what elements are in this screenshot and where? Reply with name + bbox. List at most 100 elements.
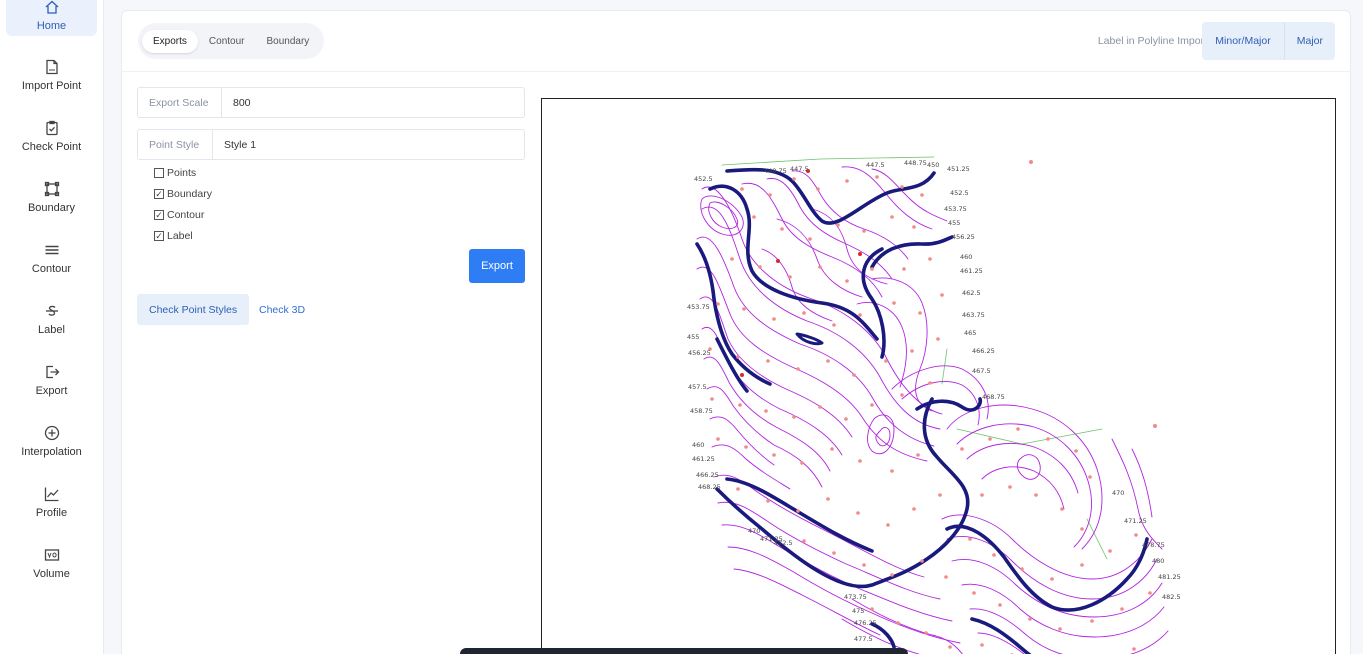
sidebar-item-home[interactable]: Home [6, 0, 97, 36]
contour-label: 453.75 [687, 303, 710, 311]
strikethrough-s-icon [44, 303, 60, 319]
contour-label: 450 [927, 161, 939, 169]
contour-label: 472.5 [774, 539, 793, 547]
contour-label: 447.5 [866, 161, 885, 169]
contour-lines-icon [44, 242, 60, 258]
label-import-text: Label in Polyline Import [1097, 35, 1207, 47]
contour-label: 478.75 [1142, 541, 1165, 549]
checkbox-label: Contour [167, 209, 205, 221]
sidebar-item-label: Check Point [21, 141, 82, 153]
sidebar-item-check-point[interactable]: Check Point [6, 107, 97, 157]
contour-map-canvas[interactable]: 452.5 448.75 447.5 447.5 448.75 450 451.… [541, 98, 1336, 654]
checkbox-contour[interactable]: ✓ Contour [154, 209, 204, 221]
contour-label: 470 [1112, 489, 1124, 497]
contour-label: 477.5 [854, 635, 873, 643]
contour-label: 455 [687, 333, 699, 341]
tab-group: Exports Contour Boundary [138, 23, 325, 59]
contour-label: 455 [948, 219, 960, 227]
checkbox-boundary[interactable]: ✓ Boundary [154, 188, 212, 200]
boundary-square-icon [44, 181, 60, 197]
main-panel: Exports Contour Boundary Label in Polyli… [121, 10, 1351, 654]
contour-label: 460 [960, 253, 972, 261]
contour-label: 471.25 [1124, 517, 1147, 525]
contour-label: 481.25 [1158, 573, 1181, 581]
checkbox-label[interactable]: ✓ Label [154, 230, 193, 242]
export-button[interactable]: Export [469, 249, 525, 283]
contour-label: 452.5 [694, 175, 713, 183]
contour-label: 480 [1152, 557, 1164, 565]
checkbox-points[interactable]: Points [154, 167, 196, 179]
export-scale-input[interactable] [222, 88, 524, 117]
contour-label: 470 [748, 527, 760, 535]
checkbox-box-checked[interactable]: ✓ [154, 189, 164, 199]
major-button[interactable]: Major [1283, 22, 1335, 60]
contour-label: 466.25 [972, 347, 995, 355]
contour-label: 473.75 [844, 593, 867, 601]
sidebar-item-label: Contour [31, 263, 72, 275]
sidebar-item-profile[interactable]: Profile [6, 473, 97, 523]
plus-circle-icon [44, 425, 60, 441]
checkbox-box-checked[interactable]: ✓ [154, 231, 164, 241]
tab-boundary[interactable]: Boundary [255, 30, 320, 53]
sidebar-item-label: Import Point [21, 80, 82, 92]
contour-label: 467.5 [972, 367, 991, 375]
checkbox-label: Boundary [167, 188, 212, 200]
check-3d-link[interactable]: Check 3D [247, 294, 317, 325]
sidebar-item-volume[interactable]: Volume [6, 534, 97, 584]
toolbar: Exports Contour Boundary Label in Polyli… [122, 11, 1350, 72]
contour-label: 475 [852, 607, 864, 615]
contour-label: 448.75 [904, 159, 927, 167]
contour-label: 468.25 [698, 483, 721, 491]
sidebar-item-boundary[interactable]: Boundary [6, 168, 97, 218]
point-style-field: Point Style [137, 129, 525, 160]
contour-label: 461.25 [692, 455, 715, 463]
clipboard-check-icon [44, 120, 60, 136]
check-point-styles-tab[interactable]: Check Point Styles [137, 294, 250, 325]
boundary-lines [721, 156, 1108, 560]
sidebar-item-contour[interactable]: Contour [6, 229, 97, 279]
home-icon [44, 0, 60, 15]
sidebar-item-label: Home [36, 20, 67, 32]
contour-label: 462.5 [962, 289, 981, 297]
contour-label: 448.75 [764, 167, 787, 175]
tab-exports[interactable]: Exports [142, 29, 198, 53]
contour-label: 451.25 [947, 165, 970, 173]
contour-label: 447.5 [790, 165, 809, 173]
checkbox-label-text: Label [167, 230, 193, 242]
sidebar-item-label: Interpolation [21, 446, 82, 458]
minor-major-button[interactable]: Minor/Major [1202, 22, 1284, 60]
file-csv-icon [44, 59, 60, 75]
checkbox-box[interactable] [154, 168, 164, 178]
sidebar-item-label: Profile [35, 507, 68, 519]
sidebar-item-import-point[interactable]: Import Point [6, 46, 97, 96]
contour-map: 452.5 448.75 447.5 447.5 448.75 450 451.… [687, 156, 1181, 654]
sidebar: Home Import Point Check Point Boundary C… [0, 0, 104, 654]
contour-label: 458.75 [690, 407, 713, 415]
sidebar-item-label[interactable]: Label [6, 290, 97, 340]
contour-label: 460 [692, 441, 704, 449]
contour-label: 461.25 [960, 267, 983, 275]
line-chart-icon [44, 486, 60, 502]
checkbox-label: Points [167, 167, 197, 179]
contour-label: 456.25 [952, 233, 975, 241]
contour-label: 468.75 [982, 393, 1005, 401]
sidebar-item-interpolation[interactable]: Interpolation [6, 412, 97, 462]
sidebar-item-export[interactable]: Export [6, 351, 97, 401]
tab-contour[interactable]: Contour [198, 30, 256, 53]
contour-label: 453.75 [944, 205, 967, 213]
sidebar-item-label: Export [35, 385, 68, 397]
point-style-select[interactable] [213, 130, 524, 159]
contour-label: 457.5 [688, 383, 707, 391]
volume-vo-icon [44, 547, 60, 563]
checkbox-box-checked[interactable]: ✓ [154, 210, 164, 220]
contour-label: 456.25 [688, 349, 711, 357]
sidebar-item-label: Label [38, 324, 65, 336]
export-icon [44, 364, 60, 380]
sidebar-item-label: Volume [33, 568, 70, 580]
contour-label: 463.75 [962, 311, 985, 319]
export-scale-label: Export Scale [138, 88, 222, 117]
contour-label: 482.5 [1162, 593, 1181, 601]
contour-label: 476.25 [854, 619, 877, 627]
point-style-label: Point Style [138, 130, 213, 159]
contour-label: 465 [964, 329, 976, 337]
